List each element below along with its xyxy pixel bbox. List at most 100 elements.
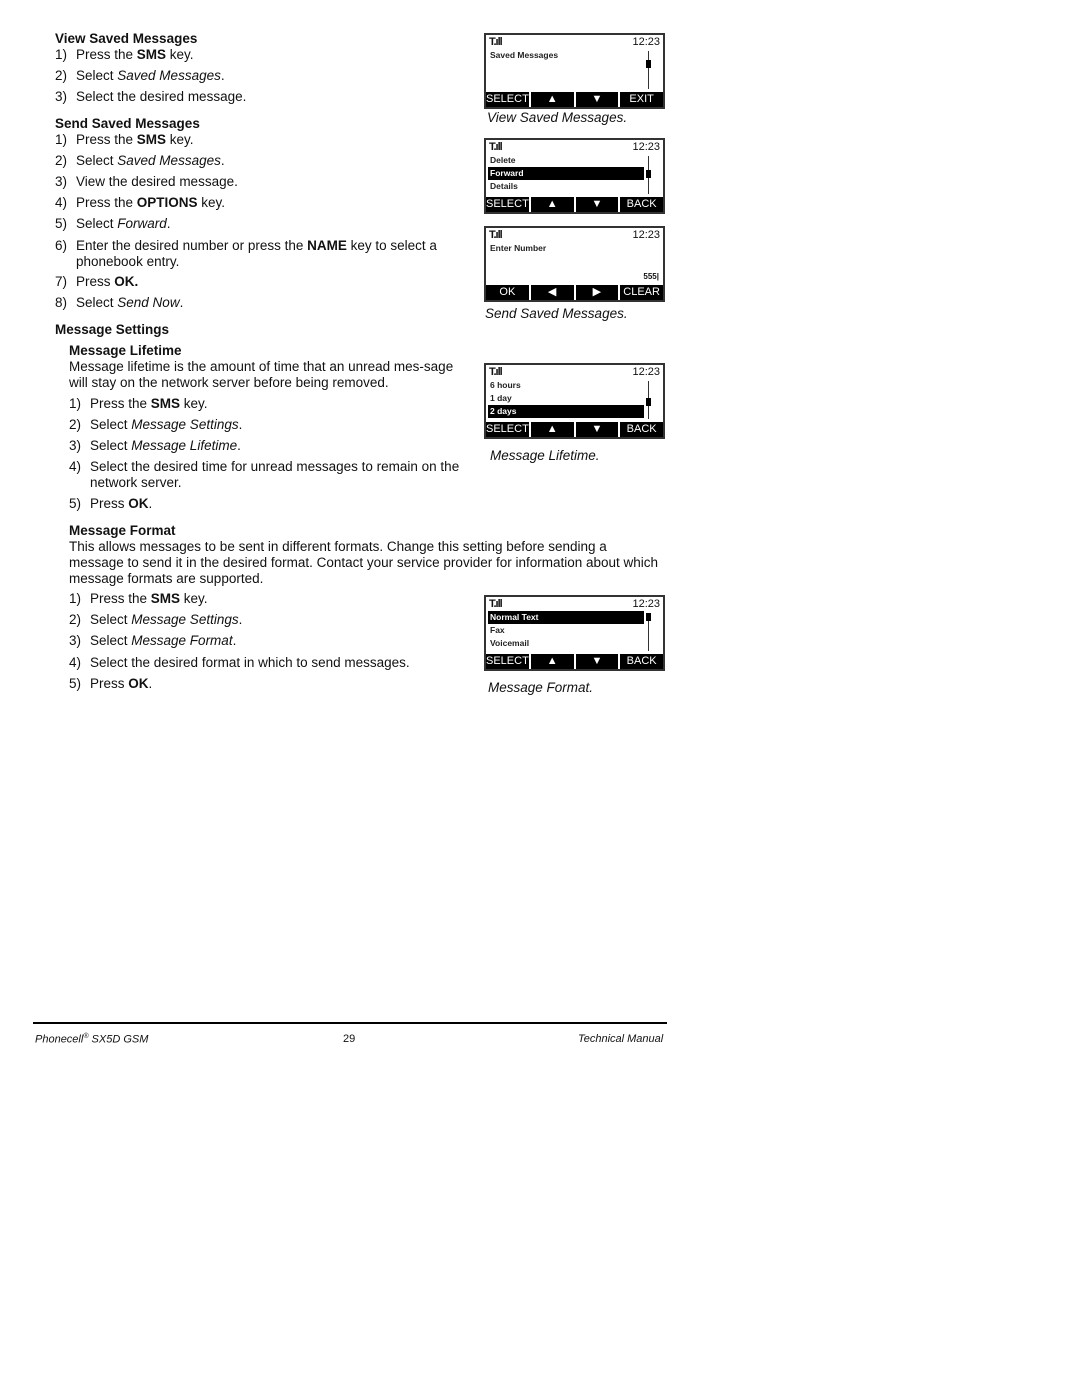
- text: Press the: [76, 47, 137, 62]
- screen-menu: Saved Messages: [488, 49, 644, 62]
- figure-caption: View Saved Messages.: [487, 110, 628, 125]
- step-text: Select Message Lifetime.: [90, 438, 241, 454]
- text: .: [232, 633, 237, 648]
- step-text: Select Message Settings.: [90, 417, 242, 433]
- phone-screen-view-saved-messages: T.ıll 12:23 Saved Messages SELECT ▲ ▼ EXIT: [484, 33, 665, 109]
- text: .: [238, 612, 243, 627]
- text: View the desired message.: [76, 174, 238, 189]
- menu-item: 6 hours: [490, 380, 521, 390]
- menu-item: Enter Number: [490, 243, 547, 253]
- footer-product-name: Phonecell: [35, 1033, 84, 1046]
- text: .: [148, 676, 153, 691]
- menu-item: Fax: [490, 625, 505, 635]
- step-number: 7): [55, 274, 68, 289]
- selected-menu-item: Forward: [488, 167, 644, 180]
- step-number: 4): [55, 195, 68, 210]
- softkey: SELECT: [486, 422, 529, 437]
- menu-item-name: Saved Messages: [117, 153, 221, 168]
- scrollbar: [646, 156, 651, 194]
- step-text: Press OK.: [90, 676, 152, 692]
- softkey: ◀: [530, 285, 574, 300]
- key-name: NAME: [307, 238, 347, 253]
- footer-model: SX5D GSM: [88, 1033, 149, 1046]
- softkey: ▶: [575, 285, 619, 300]
- screen-menu: 6 hours 1 day 2 days: [488, 379, 644, 418]
- key-name: OK: [128, 676, 149, 691]
- softkey: ▲: [530, 422, 574, 437]
- signal-strength-icon: T.ıll: [489, 229, 503, 241]
- softkey-bar: SELECT ▲ ▼ BACK: [486, 422, 663, 437]
- phone-screen-message-lifetime: T.ıll 12:23 6 hours 1 day 2 days SELECT ▲ ▼ BACK: [484, 363, 665, 439]
- signal-strength-icon: T.ıll: [489, 141, 503, 153]
- scrollbar-thumb: [646, 169, 651, 178]
- phone-screen-enter-number: T.ıll 12:23 Enter Number 555| OK ◀ ▶ CLEAR: [484, 226, 665, 302]
- step-text: Select Message Format.: [90, 633, 236, 649]
- step-number: 2): [55, 68, 68, 83]
- text: key.: [166, 47, 194, 62]
- softkey: ▲: [530, 197, 574, 212]
- text: Select: [76, 295, 118, 310]
- softkey-bar: SELECT ▲ ▼ BACK: [486, 654, 663, 669]
- scrollbar-thumb: [646, 397, 651, 406]
- softkey: CLEAR: [620, 285, 663, 300]
- step-number: 1): [55, 47, 68, 62]
- scrollbar: [646, 381, 651, 419]
- text: .: [148, 496, 153, 511]
- softkey: OK: [486, 285, 529, 300]
- softkey-bar: SELECT ▲ ▼ EXIT: [486, 92, 663, 107]
- section-heading: Message Lifetime: [69, 343, 182, 358]
- page-number: 29: [343, 1033, 356, 1045]
- text: Select: [76, 216, 118, 231]
- softkey: ▲: [530, 654, 574, 669]
- softkey: ▼: [575, 422, 619, 437]
- text: Press: [90, 496, 129, 511]
- softkey: ▼: [575, 197, 619, 212]
- step-number: 1): [69, 396, 82, 411]
- text: .: [238, 417, 243, 432]
- text: Press the: [76, 195, 137, 210]
- footer-manual: Technical Manual: [578, 1033, 664, 1045]
- text: key.: [166, 132, 194, 147]
- screen-menu: Normal Text Fax Voicemail: [488, 611, 644, 650]
- clock: 12:23: [632, 229, 660, 241]
- clock: 12:23: [632, 36, 660, 48]
- section-heading: View Saved Messages: [55, 31, 198, 46]
- text: Press: [76, 274, 115, 289]
- step-number: 4): [69, 655, 82, 670]
- phone-screen-message-format: T.ıll 12:23 Normal Text Fax Voicemail SELECT ▲…: [484, 595, 665, 671]
- menu-item: 1 day: [490, 393, 512, 403]
- key-name: SMS: [150, 396, 181, 411]
- menu-item: Saved Messages: [490, 50, 559, 60]
- figure-caption: Message Lifetime.: [490, 448, 600, 463]
- text: Select the desired format in which to se…: [90, 655, 410, 670]
- softkey: SELECT: [486, 197, 529, 212]
- step-number: 5): [69, 676, 82, 691]
- text: key.: [197, 195, 226, 210]
- step-number: 5): [69, 496, 82, 511]
- signal-strength-icon: T.ıll: [489, 36, 503, 48]
- text: .: [220, 153, 225, 168]
- step-text: Press the OPTIONS key.: [76, 195, 225, 211]
- section-heading: Send Saved Messages: [55, 116, 200, 131]
- menu-item-name: Message Format: [131, 633, 233, 648]
- step-number: 1): [55, 132, 68, 147]
- text: Select: [90, 612, 132, 627]
- manual-page: View Saved Messages 1) Press the SMS key. 2…: [0, 0, 1080, 1397]
- step-number: 3): [55, 89, 68, 104]
- step-text: Select Saved Messages.: [76, 153, 225, 169]
- figure-caption: Message Format.: [488, 680, 594, 695]
- key-name: OK.: [114, 274, 139, 289]
- softkey: BACK: [620, 422, 663, 437]
- key-name: SMS: [136, 132, 167, 147]
- step-number: 1): [69, 591, 82, 606]
- step-text: Press OK.: [76, 274, 138, 290]
- menu-item-name: Send Now: [117, 295, 180, 310]
- menu-item-name: Message Settings: [131, 612, 239, 627]
- scrollbar: [646, 613, 651, 651]
- section-heading: Message Format: [69, 523, 176, 538]
- step-number: 2): [69, 612, 82, 627]
- softkey: ▲: [530, 92, 574, 107]
- step-number: 2): [69, 417, 82, 432]
- text: Press the: [90, 591, 151, 606]
- softkey: SELECT: [486, 654, 529, 669]
